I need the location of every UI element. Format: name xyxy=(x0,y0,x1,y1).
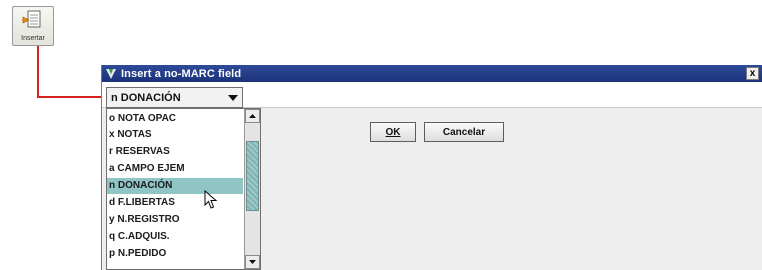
list-item[interactable]: y N.REGISTRO xyxy=(107,212,243,228)
list-item-selected[interactable]: n DONACIÓN xyxy=(107,178,243,194)
list-item[interactable]: d F.LIBERTAS xyxy=(107,195,243,211)
dialog-title: Insert a no-MARC field xyxy=(121,67,242,80)
list-item[interactable]: p N.PEDIDO xyxy=(107,246,243,262)
list-item[interactable]: a CAMPO EJEM xyxy=(107,161,243,177)
app-v-icon xyxy=(106,68,116,79)
ok-button-label: OK xyxy=(385,126,401,138)
scroll-thumb[interactable] xyxy=(246,141,259,211)
field-type-dropdown-list[interactable]: o NOTA OPAC x NOTAS r RESERVAS a CAMPO E… xyxy=(106,108,261,270)
field-type-combo[interactable]: n DONACIÓN xyxy=(106,87,243,108)
list-item[interactable]: o NOTA OPAC xyxy=(107,111,243,127)
screen: Insertar Insert a no-MARC field x OK Can… xyxy=(0,0,762,270)
insertar-button[interactable]: Insertar xyxy=(12,6,54,46)
close-button[interactable]: x xyxy=(746,67,759,80)
dialog-title-bar[interactable]: Insert a no-MARC field x xyxy=(102,65,762,82)
insertar-button-label: Insertar xyxy=(21,35,45,42)
combo-selected-value: n DONACIÓN xyxy=(111,91,181,104)
arrow-down-icon xyxy=(249,260,256,264)
cancel-button[interactable]: Cancelar xyxy=(424,122,504,142)
cancel-button-label: Cancelar xyxy=(442,126,486,138)
arrow-up-icon xyxy=(249,114,256,118)
list-item[interactable]: r RESERVAS xyxy=(107,144,243,160)
list-item[interactable]: q C.ADQUIS. xyxy=(107,229,243,245)
dropdown-scrollbar[interactable] xyxy=(244,109,260,269)
mouse-pointer-icon xyxy=(204,190,218,209)
chevron-down-icon[interactable] xyxy=(224,88,242,107)
scroll-down-button[interactable] xyxy=(245,255,260,269)
insert-icon xyxy=(22,10,41,28)
scroll-up-button[interactable] xyxy=(245,109,260,123)
ok-button[interactable]: OK xyxy=(370,122,416,142)
list-item[interactable]: x NOTAS xyxy=(107,127,243,143)
close-icon: x xyxy=(749,68,756,79)
